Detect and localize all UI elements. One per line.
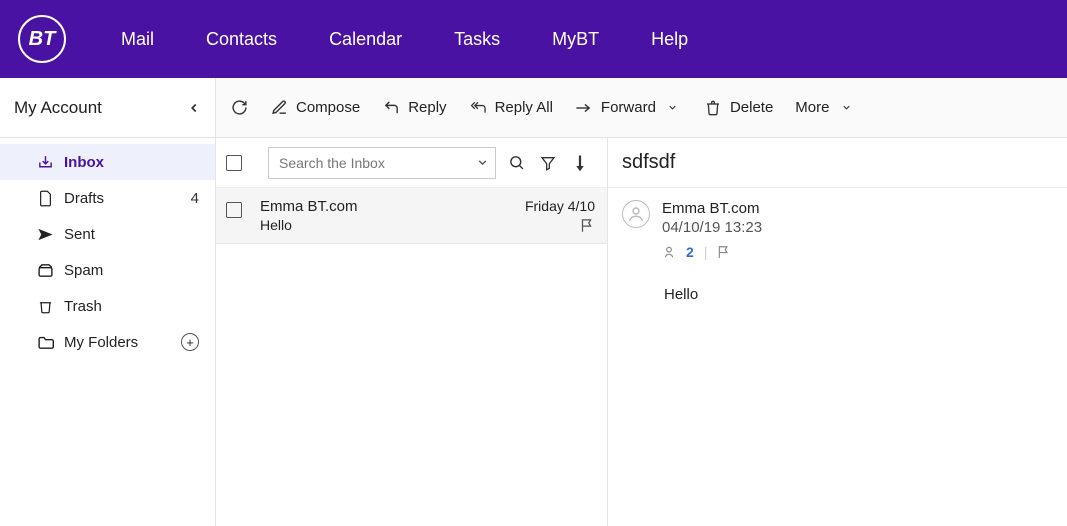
spam-icon	[36, 263, 54, 278]
chevron-down-icon	[664, 99, 682, 117]
compose-icon	[270, 99, 288, 117]
forward-icon	[575, 99, 593, 117]
forward-label: Forward	[601, 99, 656, 116]
message-checkbox[interactable]	[226, 202, 242, 218]
nav-contacts[interactable]: Contacts	[206, 29, 277, 50]
preview-meta: Emma BT.com 04/10/19 13:23 2 |	[608, 188, 1067, 260]
compose-label: Compose	[296, 99, 360, 116]
select-all-checkbox[interactable]	[226, 155, 242, 171]
preview-sender: Emma BT.com	[662, 200, 762, 217]
reply-all-icon	[469, 99, 487, 117]
refresh-button[interactable]	[230, 99, 248, 117]
preview-datetime: 04/10/19 13:23	[662, 219, 762, 236]
folder-label: Sent	[64, 226, 95, 243]
compose-button[interactable]: Compose	[270, 99, 360, 117]
message-date: Friday 4/10	[525, 198, 595, 214]
folder-label: My Folders	[64, 334, 138, 351]
preview-pane: sdfsdf Emma BT.com 04/10/19 13:23 2 |	[608, 138, 1067, 526]
flag-icon[interactable]	[580, 218, 595, 233]
forward-button[interactable]: Forward	[575, 99, 682, 117]
delete-label: Delete	[730, 99, 773, 116]
folder-label: Trash	[64, 298, 102, 315]
recipients-count[interactable]: 2	[686, 244, 694, 260]
account-label: My Account	[14, 98, 102, 118]
reply-all-button[interactable]: Reply All	[469, 99, 553, 117]
folder-trash[interactable]: Trash	[0, 288, 215, 324]
preview-subject: sdfsdf	[608, 138, 1067, 188]
chevron-left-icon	[187, 101, 201, 115]
mail-toolbar: Compose Reply Reply All Forward	[216, 78, 1067, 137]
more-button[interactable]: More	[795, 99, 855, 117]
main-area: Inbox Drafts 4 Sent Spam Trash	[0, 138, 1067, 526]
chevron-down-icon	[476, 156, 489, 169]
folder-sent[interactable]: Sent	[0, 216, 215, 252]
trash-icon	[36, 298, 54, 315]
drafts-icon	[36, 190, 54, 207]
nav-calendar[interactable]: Calendar	[329, 29, 402, 50]
trash-icon	[704, 99, 722, 117]
reply-all-label: Reply All	[495, 99, 553, 116]
top-nav: BT Mail Contacts Calendar Tasks MyBT Hel…	[0, 0, 1067, 78]
delete-button[interactable]: Delete	[704, 99, 773, 117]
refresh-icon	[230, 99, 248, 117]
reply-button[interactable]: Reply	[382, 99, 446, 117]
inbox-icon	[36, 154, 54, 171]
nav-mail[interactable]: Mail	[121, 29, 154, 50]
bt-logo[interactable]: BT	[18, 15, 66, 63]
folder-label: Inbox	[64, 154, 104, 171]
search-button[interactable]	[504, 151, 528, 175]
message-subject: Hello	[260, 217, 525, 233]
nav-tasks[interactable]: Tasks	[454, 29, 500, 50]
folder-myfolders[interactable]: My Folders +	[0, 324, 215, 360]
toolbar-row: My Account Compose Reply Reply A	[0, 78, 1067, 138]
list-toolbar: Search the Inbox	[216, 138, 607, 188]
person-icon	[662, 245, 676, 259]
folder-spam[interactable]: Spam	[0, 252, 215, 288]
folder-inbox[interactable]: Inbox	[0, 144, 215, 180]
avatar-icon	[622, 200, 650, 228]
account-dropdown[interactable]: My Account	[0, 78, 216, 137]
reply-icon	[382, 99, 400, 117]
folder-label: Spam	[64, 262, 103, 279]
preview-body: Hello	[608, 260, 1067, 303]
sent-icon	[36, 227, 54, 242]
folder-sidebar: Inbox Drafts 4 Sent Spam Trash	[0, 138, 216, 526]
add-folder-icon[interactable]: +	[181, 333, 199, 351]
message-row[interactable]: Emma BT.com Hello Friday 4/10	[216, 188, 607, 244]
nav-mybt[interactable]: MyBT	[552, 29, 599, 50]
folder-icon	[36, 335, 54, 350]
message-list: Search the Inbox Emma BT.com Hello	[216, 138, 608, 526]
message-sender: Emma BT.com	[260, 198, 525, 215]
flag-icon[interactable]	[717, 245, 731, 259]
reply-label: Reply	[408, 99, 446, 116]
sort-button[interactable]	[568, 151, 592, 175]
drafts-count: 4	[191, 190, 199, 207]
search-placeholder: Search the Inbox	[279, 155, 385, 171]
folder-drafts[interactable]: Drafts 4	[0, 180, 215, 216]
search-input[interactable]: Search the Inbox	[268, 147, 496, 179]
chevron-down-icon	[837, 99, 855, 117]
folder-label: Drafts	[64, 190, 104, 207]
nav-help[interactable]: Help	[651, 29, 688, 50]
filter-button[interactable]	[536, 151, 560, 175]
more-label: More	[795, 99, 829, 116]
